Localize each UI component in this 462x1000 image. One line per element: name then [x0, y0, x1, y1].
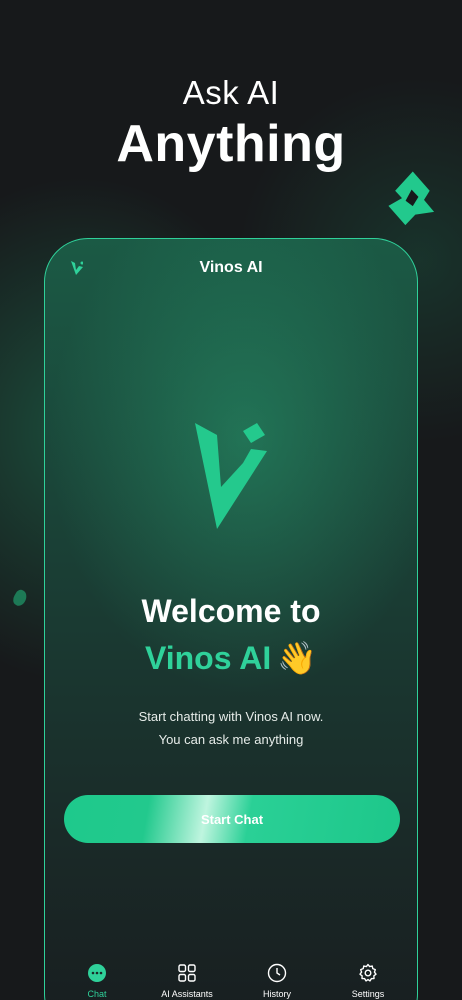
- decorative-dot: [10, 588, 30, 608]
- brand-logo-icon: [388, 171, 435, 226]
- welcome-brand-line: Vinos AI 👋: [45, 639, 417, 677]
- welcome-brand: Vinos AI: [144, 640, 272, 676]
- welcome-heading: Welcome to: [141, 593, 321, 629]
- chat-bubble-icon: [88, 964, 106, 982]
- app-title: Vinos AI: [199, 259, 263, 276]
- tab-label: Settings: [351, 989, 385, 999]
- hero-title-line1: Ask AI: [182, 74, 280, 111]
- tab-label: AI Assistants: [161, 989, 213, 999]
- tab-ai-assistants[interactable]: AI Assistants: [142, 955, 232, 1000]
- start-chat-button[interactable]: Start Chat: [64, 795, 400, 843]
- waving-hand-icon: 👋: [277, 640, 318, 676]
- tab-history[interactable]: History: [232, 955, 322, 1000]
- vinos-logo-icon: [195, 423, 267, 529]
- tab-label: Chat: [87, 989, 107, 999]
- phone-mockup: Vinos AI Welcome to Vinos AI 👋 Start chat…: [44, 238, 418, 1000]
- gear-icon: [359, 963, 377, 982]
- grid-icon: [178, 964, 196, 982]
- clock-icon: [267, 963, 287, 983]
- onboarding-screen: Ask AI Anything Vinos AI Welcome to Vino…: [0, 0, 462, 1000]
- welcome-subtitle-line1: Start chatting with Vinos AI now.: [138, 709, 324, 724]
- hero-title-line2: Anything: [116, 115, 346, 173]
- tab-label: History: [262, 989, 291, 999]
- bottom-tab-bar: Chat AI Assistants History Settings: [45, 955, 417, 1000]
- tab-settings[interactable]: Settings: [323, 955, 413, 1000]
- welcome-subtitle-line2: You can ask me anything: [158, 732, 304, 747]
- tab-chat[interactable]: Chat: [52, 955, 142, 1000]
